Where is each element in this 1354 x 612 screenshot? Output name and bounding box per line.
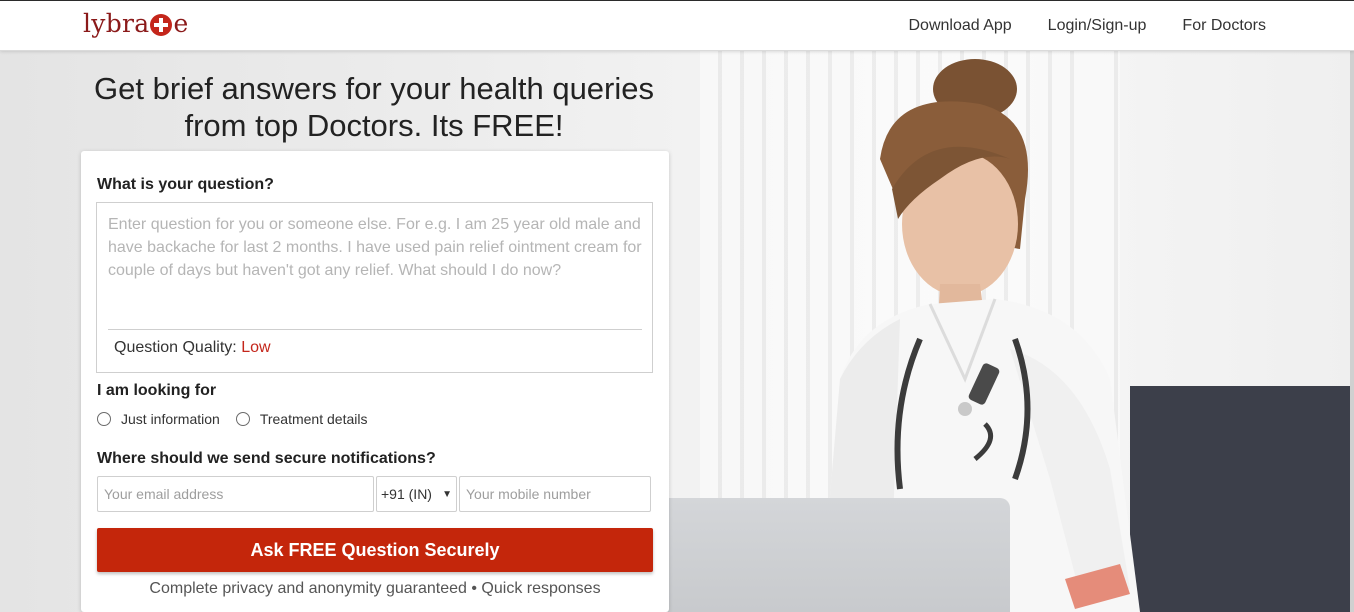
country-code-select[interactable]: +91 (IN) ▼ [376,476,457,512]
question-quality: Question Quality: Low [114,339,271,357]
hero-headline: Get brief answers for your health querie… [60,70,688,144]
logo-text-right: e [173,9,189,38]
mobile-input[interactable] [459,476,651,512]
headline-line-1: Get brief answers for your health querie… [94,71,654,106]
ask-question-button[interactable]: Ask FREE Question Securely [97,528,653,572]
page-scrollbar[interactable] [1350,51,1354,612]
chevron-down-icon: ▼ [442,488,452,500]
looking-for-label: I am looking for [97,382,217,399]
email-input[interactable] [97,476,374,512]
question-label: What is your question? [97,176,274,193]
radio-just-information-label: Just information [121,411,220,427]
nav-for-doctors[interactable]: For Doctors [1182,17,1266,35]
radio-treatment-details-label: Treatment details [259,411,368,427]
question-divider [108,329,642,330]
laptop-graphic [655,498,1010,612]
looking-for-options: Just information Treatment details [97,411,367,427]
plus-circle-icon [150,13,173,36]
lybrate-logo[interactable]: lybra e [83,9,189,38]
privacy-note: Complete privacy and anonymity guarantee… [149,580,601,597]
radio-treatment-details[interactable]: Treatment details [235,411,368,427]
question-textarea[interactable] [108,213,642,325]
top-navbar: lybra e Download App Login/Sign-up For D… [0,0,1354,51]
country-code-value: +91 (IN) [381,486,432,502]
question-form-card: What is your question? Question Quality:… [81,151,669,612]
quality-value: Low [241,339,271,356]
nav-login-signup[interactable]: Login/Sign-up [1048,17,1147,35]
radio-circle-icon[interactable] [97,412,111,426]
headline-line-2: from top Doctors. Its FREE! [184,108,564,143]
logo-text-left: lybra [83,9,150,38]
nav-download-app[interactable]: Download App [908,17,1011,35]
question-box: Question Quality: Low [96,202,653,373]
nav-links: Download App Login/Sign-up For Doctors [908,17,1266,35]
radio-just-information[interactable]: Just information [97,411,220,427]
radio-circle-icon[interactable] [235,412,250,426]
quality-label: Question Quality: [114,339,237,356]
notifications-label: Where should we send secure notification… [97,450,436,467]
